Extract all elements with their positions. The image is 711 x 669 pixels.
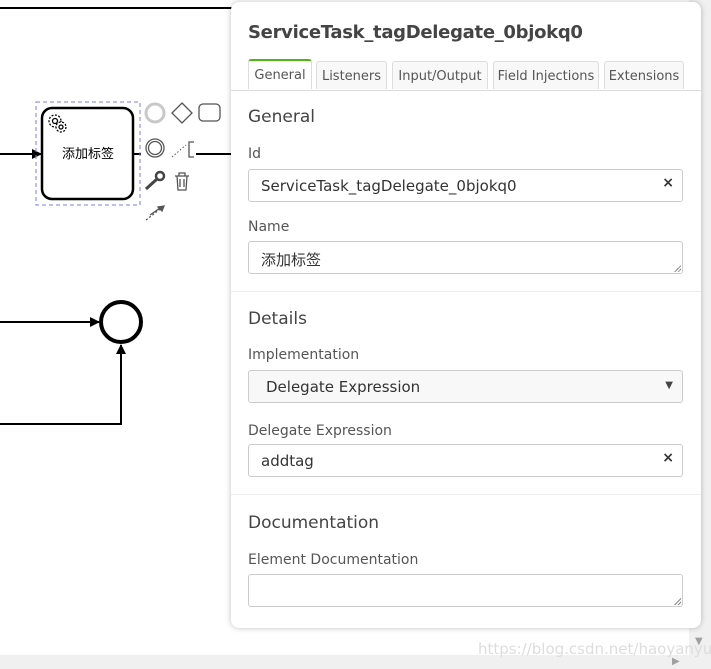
text-annotation-icon[interactable] [171,144,187,158]
id-input[interactable]: ServiceTask_tagDelegate_0bjokq0 × [248,169,683,202]
id-label: Id [248,146,262,162]
sequence-flow-loop[interactable] [0,344,126,425]
tab-bar: General Listeners Input/Output Field Inj… [231,59,701,91]
implementation-label: Implementation [248,347,360,363]
resize-handle-icon[interactable] [674,598,681,605]
element-documentation-textarea[interactable] [248,574,683,607]
documentation-heading: Documentation [248,513,380,533]
context-pad[interactable] [144,102,221,221]
delegate-expression-label: Delegate Expression [248,423,392,439]
tab-extensions[interactable]: Extensions [604,61,684,89]
append-gateway-icon[interactable] [171,102,193,124]
implementation-select[interactable]: Delegate Expression ▼ [248,370,683,403]
name-label: Name [248,219,290,235]
properties-panel: ServiceTask_tagDelegate_0bjokq0 General … [231,2,701,628]
append-end-event-icon[interactable] [144,102,166,124]
general-group: General Id ServiceTask_tagDelegate_0bjok… [231,91,701,292]
task-label: 添加标签 [62,146,114,162]
resize-handle-icon[interactable] [674,265,681,272]
panel-title: ServiceTask_tagDelegate_0bjokq0 [248,22,583,43]
clear-delegate-icon[interactable]: × [662,450,674,466]
delegate-expression-input[interactable]: addtag × [248,444,683,477]
tab-general[interactable]: General [248,59,312,89]
tab-field-injections[interactable]: Field Injections [493,61,599,89]
details-heading: Details [248,309,307,329]
id-value: ServiceTask_tagDelegate_0bjokq0 [261,177,517,195]
connect-icon[interactable] [145,205,166,221]
name-textarea[interactable]: 添加标签 [248,241,683,274]
append-task-icon[interactable] [198,103,221,122]
implementation-value: Delegate Expression [266,378,421,396]
watermark: https://blog.csdn.net/haoyanyu [478,640,711,658]
clear-id-icon[interactable]: × [662,175,674,191]
wrench-icon[interactable] [144,177,159,191]
end-event[interactable] [99,300,143,344]
general-heading: General [248,107,315,127]
details-group: Details Implementation Delegate Expressi… [231,292,701,495]
element-documentation-label: Element Documentation [248,552,419,568]
trash-icon[interactable] [175,172,189,191]
delegate-expression-value: addtag [261,452,314,470]
documentation-group: Documentation Element Documentation [231,495,701,628]
tab-listeners[interactable]: Listeners [316,61,387,89]
chevron-down-icon: ▼ [665,380,673,391]
tab-input-output[interactable]: Input/Output [392,61,488,89]
name-value: 添加标签 [261,251,322,269]
